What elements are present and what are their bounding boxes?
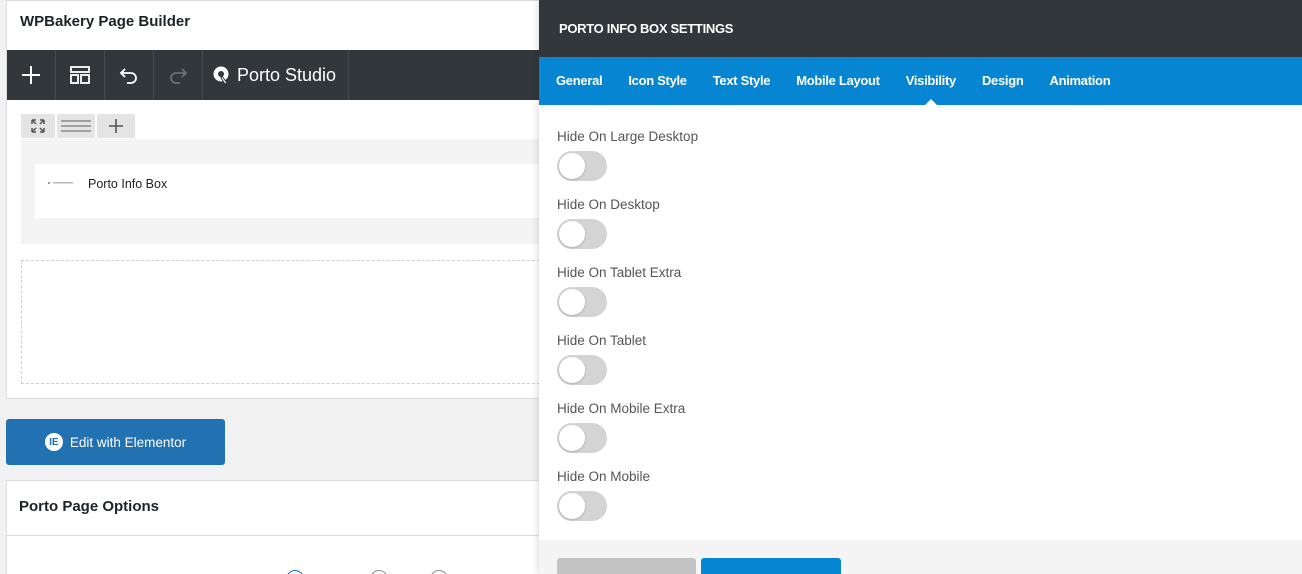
- plus-icon: [109, 119, 123, 133]
- row-controls: [21, 114, 135, 138]
- row-expand-button[interactable]: [21, 114, 55, 138]
- porto-page-options-panel: Porto Page Options: [6, 480, 546, 574]
- tab-mobile-layout[interactable]: Mobile Layout: [783, 57, 893, 105]
- undo-button[interactable]: [105, 50, 154, 100]
- field-label: Hide On Desktop: [557, 197, 660, 212]
- hide-on-mobile-extra-toggle[interactable]: [557, 423, 607, 453]
- tab-visibility[interactable]: Visibility: [893, 57, 969, 105]
- wpbakery-panel: WPBakery Page Builder Porto Studio Porto…: [6, 0, 547, 399]
- row-layout-button[interactable]: [57, 114, 95, 138]
- hide-on-large-desktop-toggle[interactable]: [557, 151, 607, 181]
- toggle-knob: [559, 493, 585, 519]
- modal-title: PORTO INFO BOX SETTINGS: [539, 0, 1302, 57]
- element-thumbnail-icon: [48, 182, 73, 184]
- toggle-knob: [559, 153, 585, 179]
- builder-row: Porto Info Box: [21, 139, 545, 244]
- close-button[interactable]: [557, 558, 696, 574]
- hide-on-large-desktop-field: Hide On Large Desktop: [557, 129, 1284, 197]
- empty-drop-zone[interactable]: [21, 260, 545, 384]
- tab-general[interactable]: General: [543, 57, 615, 105]
- field-label: Hide On Tablet: [557, 333, 647, 348]
- hide-on-mobile-toggle[interactable]: [557, 491, 607, 521]
- hide-on-tablet-extra-toggle[interactable]: [557, 287, 607, 317]
- wpbakery-title: WPBakery Page Builder: [7, 1, 545, 51]
- toggle-knob: [559, 425, 585, 451]
- tab-icon-style[interactable]: Icon Style: [615, 57, 699, 105]
- row-add-button[interactable]: [97, 114, 135, 138]
- page-option-radio[interactable]: [370, 570, 388, 574]
- edit-with-elementor-label: Edit with Elementor: [69, 434, 187, 450]
- tab-design[interactable]: Design: [969, 57, 1037, 105]
- hide-on-tablet-extra-field: Hide On Tablet Extra: [557, 265, 1284, 333]
- porto-studio-button[interactable]: Porto Studio: [203, 50, 350, 100]
- tab-animation[interactable]: Animation: [1036, 57, 1123, 105]
- hamburger-icon: [61, 120, 91, 132]
- field-label: Hide On Mobile: [557, 469, 651, 484]
- element-name: Porto Info Box: [88, 177, 168, 191]
- toggle-knob: [559, 221, 585, 247]
- porto-info-box-element[interactable]: Porto Info Box: [35, 164, 545, 218]
- field-label: Hide On Large Desktop: [557, 129, 699, 144]
- expand-icon: [31, 119, 45, 133]
- settings-modal: PORTO INFO BOX SETTINGS General Icon Sty…: [539, 0, 1302, 574]
- redo-icon: [170, 68, 188, 84]
- settings-tabs: General Icon Style Text Style Mobile Lay…: [539, 57, 1302, 105]
- porto-studio-icon: [213, 66, 229, 85]
- toggle-knob: [559, 357, 585, 383]
- plus-icon: [22, 66, 40, 84]
- redo-button[interactable]: [154, 50, 203, 100]
- layout-icon: [70, 66, 90, 84]
- templates-button[interactable]: [56, 50, 105, 100]
- builder-canvas: Porto Info Box: [7, 100, 545, 399]
- add-element-button[interactable]: [7, 50, 56, 100]
- wpbakery-toolbar: Porto Studio: [7, 50, 547, 100]
- hide-on-mobile-field: Hide On Mobile: [557, 469, 1284, 537]
- page-options-title: Porto Page Options: [7, 481, 545, 536]
- field-label: Hide On Mobile Extra: [557, 401, 686, 416]
- modal-footer: [539, 540, 1302, 574]
- undo-icon: [119, 68, 137, 84]
- hide-on-mobile-extra-field: Hide On Mobile Extra: [557, 401, 1284, 469]
- hide-on-tablet-toggle[interactable]: [557, 355, 607, 385]
- edit-with-elementor-button[interactable]: IE Edit with Elementor: [6, 419, 225, 465]
- hide-on-desktop-field: Hide On Desktop: [557, 197, 1284, 265]
- toggle-knob: [559, 289, 585, 315]
- save-changes-button[interactable]: [701, 558, 841, 574]
- page-option-radio[interactable]: [286, 570, 304, 574]
- hide-on-tablet-field: Hide On Tablet: [557, 333, 1284, 401]
- tab-text-style[interactable]: Text Style: [700, 57, 783, 105]
- page-option-radio[interactable]: [430, 570, 448, 574]
- porto-studio-label: Porto Studio: [237, 64, 337, 85]
- elementor-logo-icon: IE: [44, 433, 63, 451]
- visibility-settings: Hide On Large Desktop Hide On Desktop Hi…: [539, 105, 1302, 537]
- hide-on-desktop-toggle[interactable]: [557, 219, 607, 249]
- field-label: Hide On Tablet Extra: [557, 265, 682, 280]
